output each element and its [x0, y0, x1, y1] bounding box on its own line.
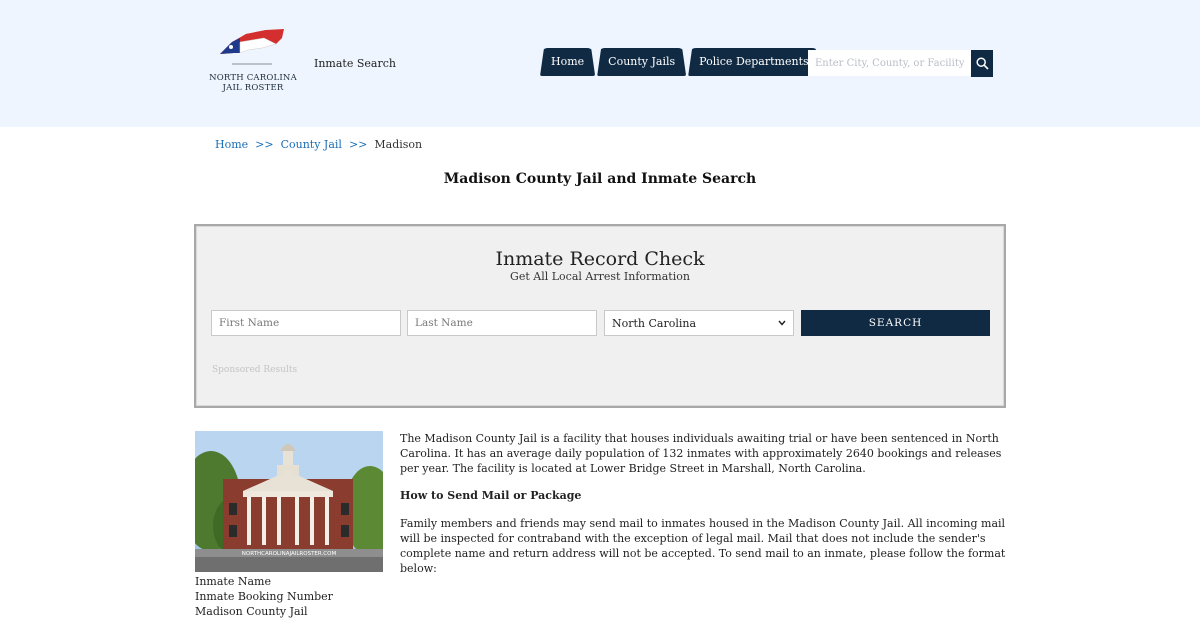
page-title: Madison County Jail and Inmate Search — [443, 171, 757, 187]
intro-paragraph: The Madison County Jail is a facility th… — [400, 432, 1002, 475]
breadcrumb-separator: >> — [348, 138, 368, 151]
nav-police-departments[interactable]: Police Departments — [688, 48, 819, 76]
record-check-title: Inmate Record Check — [495, 248, 705, 270]
photo-watermark: NORTHCAROLINAJAILROSTER.COM — [242, 551, 337, 557]
state-select[interactable]: North Carolina — [604, 310, 794, 336]
caption-line: Inmate Name — [195, 575, 271, 588]
site-search-button[interactable] — [971, 50, 993, 77]
record-search-button[interactable]: SEARCH — [801, 310, 990, 336]
jail-building-photo: NORTHCAROLINAJAILROSTER.COM — [195, 431, 383, 572]
north-carolina-flag-map-icon — [220, 29, 284, 65]
breadcrumb: Home >> County Jail >> Madison — [215, 138, 422, 151]
site-search-input[interactable] — [808, 50, 971, 76]
site-header: NORTH CAROLINA JAIL ROSTER Inmate Search… — [0, 0, 1200, 127]
article-content: The Madison County Jail is a facility th… — [400, 431, 1006, 588]
nav-home[interactable]: Home — [540, 48, 595, 76]
courthouse-image: NORTHCAROLINAJAILROSTER.COM — [195, 431, 383, 572]
breadcrumb-home[interactable]: Home — [215, 138, 248, 151]
sponsored-results-label: Sponsored Results — [212, 365, 298, 375]
caption-line: Inmate Booking Number — [195, 590, 333, 603]
state-select-value: North Carolina — [612, 316, 697, 330]
first-name-input[interactable] — [211, 310, 401, 336]
mail-heading: How to Send Mail or Package — [400, 489, 582, 502]
record-check-subtitle: Get All Local Arrest Information — [510, 270, 690, 283]
chevron-down-icon — [778, 320, 786, 326]
mail-paragraph: Family members and friends may send mail… — [400, 517, 1006, 575]
site-name[interactable]: Inmate Search — [314, 57, 396, 70]
breadcrumb-current: Madison — [374, 138, 423, 151]
caption-line: Madison County Jail — [195, 605, 308, 618]
magnifier-icon — [975, 57, 989, 70]
nav-county-jails[interactable]: County Jails — [597, 48, 686, 76]
breadcrumb-separator: >> — [255, 138, 274, 151]
site-logo[interactable]: NORTH CAROLINA JAIL ROSTER — [208, 26, 298, 96]
inmate-record-check-panel: Inmate Record Check Get All Local Arrest… — [194, 224, 1006, 408]
logo-text: NORTH CAROLINA JAIL ROSTER — [209, 73, 297, 93]
breadcrumb-county-jail[interactable]: County Jail — [281, 138, 342, 151]
last-name-input[interactable] — [407, 310, 597, 336]
photo-caption: Inmate Name Inmate Booking Number Madiso… — [195, 574, 333, 619]
main-nav: Home County Jails Police Departments — [540, 48, 820, 76]
